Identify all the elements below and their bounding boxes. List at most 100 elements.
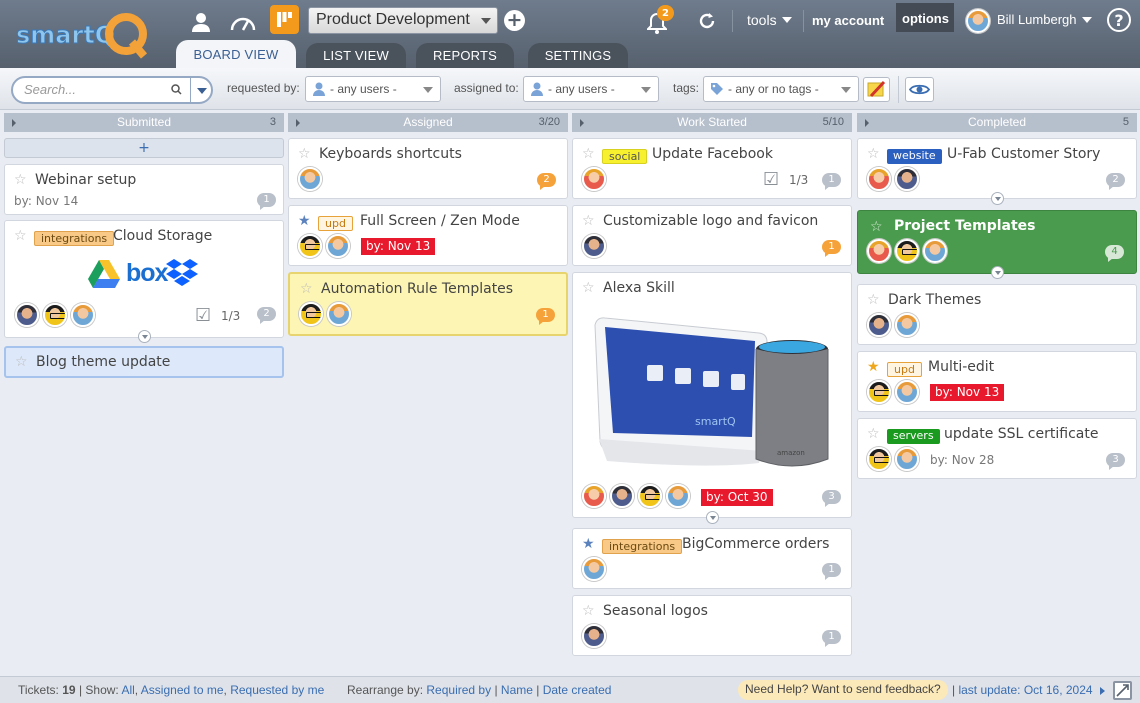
tag-social[interactable]: social bbox=[602, 149, 648, 164]
assignee-avatar[interactable] bbox=[895, 313, 919, 337]
comments-count[interactable]: 1 bbox=[257, 193, 276, 210]
assignee-avatar[interactable] bbox=[582, 234, 606, 258]
assignee-avatar[interactable] bbox=[895, 447, 919, 471]
assignee-avatar[interactable] bbox=[638, 484, 662, 508]
star-icon[interactable]: ☆ bbox=[867, 293, 880, 307]
star-icon[interactable]: ☆ bbox=[14, 229, 27, 243]
help-feedback-link[interactable]: Need Help? Want to send feedback? bbox=[738, 680, 948, 700]
card-cloud-storage[interactable]: ☆ integrations Cloud Storage box ☑ 1/3 2 bbox=[4, 220, 284, 343]
card-full-screen-zen-mode[interactable]: ★ upd Full Screen / Zen Mode by: Nov 13 bbox=[288, 205, 568, 266]
card-bigcommerce-orders[interactable]: ★ integrations BigCommerce orders 1 bbox=[572, 528, 852, 589]
star-icon[interactable]: ☆ bbox=[298, 147, 311, 161]
expand-card-icon[interactable] bbox=[991, 266, 1004, 279]
collapse-arrow-icon[interactable] bbox=[296, 119, 300, 127]
comments-count[interactable]: 1 bbox=[822, 630, 841, 647]
rearrange-name-link[interactable]: Name bbox=[501, 683, 533, 697]
smartq-logo[interactable]: smartQ bbox=[14, 8, 154, 60]
tag-integrations[interactable]: integrations bbox=[34, 231, 115, 246]
comments-count[interactable]: 2 bbox=[1106, 173, 1125, 190]
assignee-avatar[interactable] bbox=[298, 234, 322, 258]
card-blog-theme-update[interactable]: ☆ Blog theme update bbox=[4, 346, 284, 378]
search-input[interactable]: Search... bbox=[11, 76, 213, 104]
column-header-completed[interactable]: Completed 5 bbox=[857, 113, 1137, 132]
star-filled-icon[interactable]: ★ bbox=[867, 360, 880, 374]
search-options-button[interactable] bbox=[190, 78, 212, 102]
dashboard-gauge-icon[interactable] bbox=[228, 9, 258, 35]
add-ticket-button[interactable]: + bbox=[4, 138, 284, 158]
assignee-avatar[interactable] bbox=[867, 447, 891, 471]
assignee-avatar[interactable] bbox=[867, 239, 891, 263]
star-filled-icon[interactable]: ★ bbox=[582, 537, 595, 551]
user-icon[interactable] bbox=[188, 9, 214, 35]
my-account-link[interactable]: my account bbox=[812, 13, 884, 28]
tab-list-view[interactable]: LIST VIEW bbox=[306, 43, 406, 68]
chevron-right-icon[interactable] bbox=[1100, 687, 1105, 695]
assignee-avatar[interactable] bbox=[299, 302, 323, 326]
assignee-avatar[interactable] bbox=[582, 167, 606, 191]
eye-icon[interactable] bbox=[905, 77, 934, 102]
assigned-to-select[interactable]: - any users - bbox=[523, 76, 659, 102]
card-ufab-customer-story[interactable]: ☆ website U-Fab Customer Story 2 bbox=[857, 138, 1137, 205]
tag-upd[interactable]: upd bbox=[887, 362, 922, 377]
show-requested-link[interactable]: Requested by me bbox=[230, 683, 324, 697]
star-icon[interactable]: ☆ bbox=[300, 282, 313, 296]
assignee-avatar[interactable] bbox=[15, 303, 39, 327]
assignee-avatar[interactable] bbox=[923, 239, 947, 263]
tab-reports[interactable]: REPORTS bbox=[416, 43, 514, 68]
edit-tags-icon[interactable] bbox=[863, 77, 890, 102]
collapse-arrow-icon[interactable] bbox=[12, 119, 16, 127]
comments-count[interactable]: 1 bbox=[822, 240, 841, 257]
help-icon[interactable]: ? bbox=[1107, 8, 1131, 32]
star-icon[interactable]: ☆ bbox=[867, 147, 880, 161]
assignee-avatar[interactable] bbox=[582, 557, 606, 581]
board-view-icon[interactable] bbox=[270, 5, 299, 34]
requested-by-select[interactable]: - any users - bbox=[305, 76, 441, 102]
comments-count[interactable]: 2 bbox=[537, 173, 556, 190]
assignee-avatar[interactable] bbox=[666, 484, 690, 508]
collapse-arrow-icon[interactable] bbox=[865, 119, 869, 127]
assignee-avatar[interactable] bbox=[867, 380, 891, 404]
tab-settings[interactable]: SETTINGS bbox=[528, 43, 628, 68]
collapse-arrow-icon[interactable] bbox=[580, 119, 584, 127]
comments-count[interactable]: 2 bbox=[257, 307, 276, 324]
tools-menu[interactable]: tools bbox=[747, 12, 777, 28]
star-filled-icon[interactable]: ★ bbox=[298, 214, 311, 228]
tags-select[interactable]: - any or no tags - bbox=[703, 76, 859, 102]
show-all-link[interactable]: All bbox=[121, 683, 134, 697]
assignee-avatar[interactable] bbox=[610, 484, 634, 508]
comments-count[interactable]: 4 bbox=[1105, 245, 1124, 262]
assignee-avatar[interactable] bbox=[867, 313, 891, 337]
tag-servers[interactable]: servers bbox=[887, 429, 940, 444]
column-header-work-started[interactable]: Work Started 5/10 bbox=[572, 113, 852, 132]
tag-upd[interactable]: upd bbox=[318, 216, 353, 231]
add-project-icon[interactable]: + bbox=[504, 10, 525, 31]
tab-board-view[interactable]: BOARD VIEW bbox=[176, 40, 296, 68]
assignee-avatar[interactable] bbox=[43, 303, 67, 327]
options-button[interactable]: options bbox=[896, 3, 954, 32]
tag-website[interactable]: website bbox=[887, 149, 942, 164]
comments-count[interactable]: 1 bbox=[536, 308, 555, 325]
tag-integrations[interactable]: integrations bbox=[602, 539, 683, 554]
card-project-templates[interactable]: ☆ Project Templates 4 bbox=[857, 210, 1137, 279]
star-icon[interactable]: ☆ bbox=[582, 147, 595, 161]
assignee-avatar[interactable] bbox=[895, 380, 919, 404]
assignee-avatar[interactable] bbox=[298, 167, 322, 191]
refresh-icon[interactable] bbox=[696, 10, 718, 32]
star-icon[interactable]: ☆ bbox=[867, 427, 880, 441]
card-automation-rule-templates[interactable]: ☆ Automation Rule Templates 1 bbox=[288, 272, 568, 336]
card-update-facebook[interactable]: ☆ social Update Facebook ☑ 1/3 1 bbox=[572, 138, 852, 199]
comments-count[interactable]: 3 bbox=[822, 490, 841, 507]
star-icon[interactable]: ☆ bbox=[870, 220, 883, 234]
assignee-avatar[interactable] bbox=[895, 239, 919, 263]
star-icon[interactable]: ☆ bbox=[582, 604, 595, 618]
expand-card-icon[interactable] bbox=[706, 511, 719, 524]
fullscreen-icon[interactable] bbox=[1113, 681, 1132, 700]
expand-card-icon[interactable] bbox=[138, 330, 151, 343]
assignee-avatar[interactable] bbox=[867, 167, 891, 191]
user-name[interactable]: Bill Lumbergh bbox=[997, 12, 1077, 27]
assignee-avatar[interactable] bbox=[895, 167, 919, 191]
project-selector[interactable]: Product Development bbox=[308, 7, 498, 34]
assignee-avatar[interactable] bbox=[327, 302, 351, 326]
rearrange-date-link[interactable]: Date created bbox=[543, 683, 612, 697]
expand-card-icon[interactable] bbox=[991, 192, 1004, 205]
